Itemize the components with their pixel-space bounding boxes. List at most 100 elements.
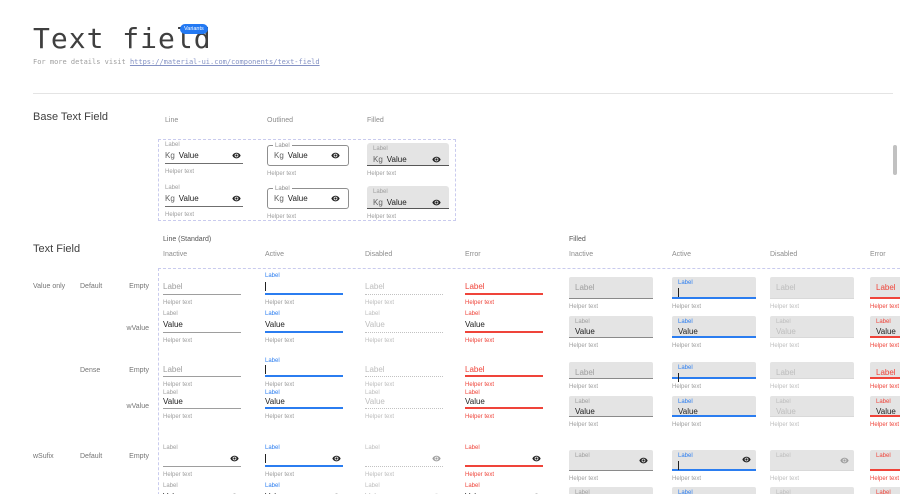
field-prefix: Kg: [373, 155, 383, 164]
field-prefix: Kg: [373, 198, 383, 207]
helper-text: Helper text: [367, 170, 449, 178]
field-label: Label: [365, 444, 443, 453]
text-field-filled-disabled-row1[interactable]: LabelLabelHelper text: [770, 277, 854, 311]
helper-text: Helper text: [672, 342, 756, 350]
visibility-eye-icon[interactable]: [532, 454, 541, 463]
text-field-line-inactive-row4[interactable]: LabelValueHelper text: [163, 390, 241, 421]
field-label: Label: [163, 310, 241, 319]
text-caret: [265, 454, 266, 463]
text-field-filled-disabled-row4[interactable]: LabelValueHelper text: [770, 396, 854, 429]
text-field-line-disabled-row2[interactable]: LabelValueHelper text: [365, 310, 443, 345]
text-field-line-inactive-row1[interactable]: LabelLabelHelper text: [163, 272, 241, 307]
visibility-eye-icon[interactable]: [232, 151, 241, 160]
base-filled-text-field[interactable]: LabelKgValueHelper text: [367, 143, 449, 178]
visibility-eye-icon[interactable]: [232, 194, 241, 203]
text-field-filled-disabled-row3[interactable]: LabelLabelHelper text: [770, 362, 854, 391]
text-field-line-active-row5[interactable]: Label Helper text: [265, 444, 343, 479]
text-field-filled-inactive-row6[interactable]: LabelValueHelper text: [569, 487, 653, 494]
field-value: Value: [776, 407, 796, 416]
field-label: Label: [373, 145, 443, 154]
text-field-filled-error-row4[interactable]: LabelValueHelper text: [870, 396, 900, 429]
text-field-line-active-row4[interactable]: LabelValueHelper text: [265, 390, 343, 421]
helper-text: Helper text: [365, 471, 443, 479]
text-field-filled-error-row6[interactable]: LabelValueHelper text: [870, 487, 900, 494]
text-field-line-active-row1[interactable]: LabelHelper text: [265, 272, 343, 307]
base-variant-header: Line: [165, 117, 178, 124]
field-label: Label: [876, 452, 900, 461]
field-label-placeholder: Label: [575, 283, 595, 292]
field-value: Value: [465, 397, 485, 406]
text-field-filled-active-row1[interactable]: LabelHelper text: [672, 277, 756, 311]
visibility-eye-icon[interactable]: [331, 194, 340, 203]
text-field-filled-error-row2[interactable]: LabelValueHelper text: [870, 316, 900, 350]
field-value: Value: [163, 397, 183, 406]
field-value: Value: [387, 198, 407, 207]
field-label: Label: [678, 364, 750, 373]
helper-text: Helper text: [870, 475, 900, 483]
text-field-line-active-row6[interactable]: LabelValueHelper text: [265, 482, 343, 494]
text-field-line-disabled-row5[interactable]: Label Helper text: [365, 444, 443, 479]
text-field-filled-inactive-row2[interactable]: LabelValueHelper text: [569, 316, 653, 350]
base-outlined-text-field[interactable]: LabelKgValueHelper text: [267, 145, 349, 178]
text-field-filled-error-row5[interactable]: Label Helper text: [870, 450, 900, 483]
state-column-header: Active: [672, 251, 691, 258]
visibility-eye-icon[interactable]: [331, 151, 340, 160]
text-field-filled-inactive-row1[interactable]: LabelLabelHelper text: [569, 277, 653, 311]
base-outlined-text-field[interactable]: LabelKgValueHelper text: [267, 188, 349, 221]
text-field-filled-active-row5[interactable]: LabelHelper text: [672, 450, 756, 483]
text-field-line-active-row2[interactable]: LabelValueHelper text: [265, 310, 343, 345]
text-field-line-disabled-row4[interactable]: LabelValueHelper text: [365, 390, 443, 421]
text-field-filled-inactive-row5[interactable]: LabelHelper text: [569, 450, 653, 483]
base-filled-text-field[interactable]: LabelKgValueHelper text: [367, 186, 449, 221]
state-column-header: Disabled: [365, 251, 392, 258]
field-label: Label: [575, 452, 647, 461]
text-field-line-error-row1[interactable]: LabelLabelHelper text: [465, 272, 543, 307]
helper-text: Helper text: [870, 303, 900, 311]
text-field-filled-disabled-row6[interactable]: LabelValueHelper text: [770, 487, 854, 494]
field-label-placeholder: Label: [776, 368, 796, 377]
text-field-filled-disabled-row2[interactable]: LabelValueHelper text: [770, 316, 854, 350]
text-field-line-error-row6[interactable]: LabelValueHelper text: [465, 482, 543, 494]
text-field-line-inactive-row3[interactable]: LabelLabelHelper text: [163, 358, 241, 389]
text-field-line-error-row5[interactable]: LabelHelper text: [465, 444, 543, 479]
text-field-line-error-row4[interactable]: LabelValueHelper text: [465, 390, 543, 421]
text-field-line-disabled-row1[interactable]: LabelLabelHelper text: [365, 272, 443, 307]
field-value: Value: [776, 327, 796, 336]
text-field-line-disabled-row6[interactable]: LabelValueHelper text: [365, 482, 443, 494]
visibility-eye-icon[interactable]: [432, 454, 441, 463]
field-label: Label: [365, 482, 443, 491]
text-field-line-inactive-row2[interactable]: LabelValueHelper text: [163, 310, 241, 345]
visibility-eye-icon[interactable]: [840, 456, 849, 465]
text-field-filled-error-row1[interactable]: LabelLabelHelper text: [870, 277, 900, 311]
visibility-eye-icon[interactable]: [432, 155, 441, 164]
visibility-eye-icon[interactable]: [432, 198, 441, 207]
material-ui-link[interactable]: https://material-ui.com/components/text-…: [130, 58, 320, 66]
text-field-line-inactive-row6[interactable]: LabelValueHelper text: [163, 482, 241, 494]
text-field-line-inactive-row5[interactable]: LabelHelper text: [163, 444, 241, 479]
text-field-filled-inactive-row3[interactable]: LabelLabelHelper text: [569, 362, 653, 391]
text-field-line-error-row3[interactable]: LabelLabelHelper text: [465, 358, 543, 389]
visibility-eye-icon[interactable]: [742, 455, 751, 464]
text-field-filled-error-row3[interactable]: LabelLabelHelper text: [870, 362, 900, 391]
text-field-filled-disabled-row5[interactable]: LabelHelper text: [770, 450, 854, 483]
visibility-eye-icon[interactable]: [230, 454, 239, 463]
text-field-line-error-row2[interactable]: LabelValueHelper text: [465, 310, 543, 345]
visibility-eye-icon[interactable]: [332, 454, 341, 463]
text-field-line-active-row3[interactable]: LabelHelper text: [265, 358, 343, 389]
text-field-filled-active-row6[interactable]: LabelValueHelper text: [672, 487, 756, 494]
vertical-scrollbar-thumb[interactable]: [893, 145, 897, 175]
text-field-filled-active-row3[interactable]: LabelHelper text: [672, 362, 756, 391]
base-line-text-field[interactable]: LabelKgValueHelper text: [165, 141, 243, 176]
text-field-line-disabled-row3[interactable]: LabelLabelHelper text: [365, 358, 443, 389]
helper-text: Helper text: [465, 413, 543, 421]
base-line-text-field[interactable]: LabelKgValueHelper text: [165, 184, 243, 219]
helper-text: Helper text: [569, 383, 653, 391]
text-field-filled-active-row4[interactable]: LabelValueHelper text: [672, 396, 756, 429]
field-label: Label: [165, 141, 243, 150]
text-field-filled-inactive-row4[interactable]: LabelValueHelper text: [569, 396, 653, 429]
helper-text: Helper text: [265, 471, 343, 479]
visibility-eye-icon[interactable]: [639, 456, 648, 465]
header-divider: [33, 93, 893, 94]
field-label: Label: [265, 444, 343, 453]
text-field-filled-active-row2[interactable]: LabelValueHelper text: [672, 316, 756, 350]
